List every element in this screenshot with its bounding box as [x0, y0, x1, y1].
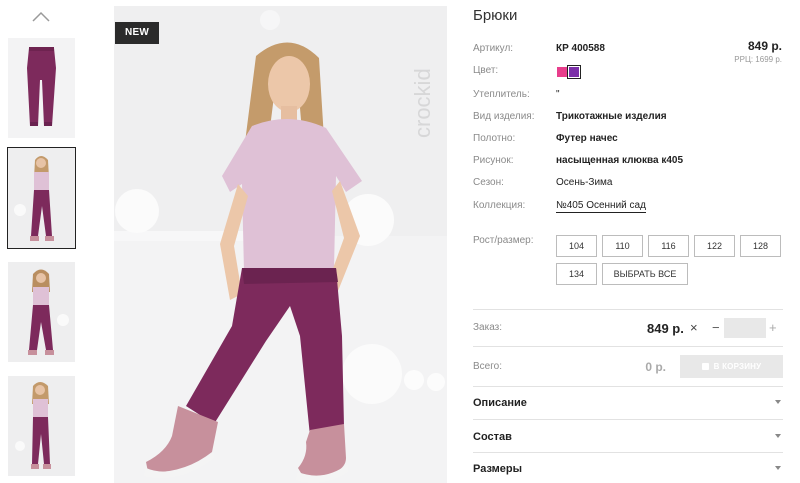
sizes-label: Рост/размер: [473, 235, 534, 246]
attribute-label: Сезон: [473, 177, 504, 188]
attribute-value: Осень-Зима [556, 177, 613, 188]
product-title: Брюки [473, 7, 518, 24]
main-product-photo[interactable] [114, 6, 447, 483]
total-value: 0 р. [645, 360, 666, 374]
quantity-decrease-button[interactable]: − [712, 320, 720, 335]
bag-icon [701, 363, 709, 370]
select-all-sizes-button[interactable]: ВЫБРАТЬ ВСЕ [602, 263, 688, 285]
pants-image [8, 38, 75, 138]
add-to-cart-label: В КОРЗИНУ [713, 362, 762, 371]
child-photo-image [114, 6, 447, 483]
size-button-116[interactable]: 116 [648, 235, 689, 257]
size-button-134[interactable]: 134 [556, 263, 597, 285]
accordion-sizes[interactable]: Размеры [473, 453, 783, 483]
accordion-description[interactable]: Описание [473, 387, 783, 419]
color-swatch-purple[interactable] [567, 65, 581, 79]
attribute-label: Коллекция: [473, 200, 526, 211]
thumbnail-1[interactable] [8, 38, 75, 138]
attribute-label: Рисунок: [473, 155, 514, 166]
times-sign: × [690, 320, 698, 335]
new-badge: NEW [115, 22, 159, 44]
attribute-value: " [556, 89, 560, 100]
attribute-label: Цвет: [473, 65, 499, 76]
product-price: 849 р. [747, 39, 782, 53]
chevron-up-icon [32, 11, 50, 22]
divider [473, 419, 783, 420]
collection-link[interactable]: №405 Осенний сад [556, 199, 646, 213]
attribute-value: насыщенная клюква к405 [556, 155, 684, 166]
accordion-label: Размеры [473, 463, 523, 475]
order-price: 849 р. [647, 321, 684, 336]
quantity-increase-button[interactable]: + [769, 320, 777, 335]
attribute-label: Полотно: [473, 133, 516, 144]
quantity-input[interactable] [724, 318, 766, 338]
child-photo-image [8, 262, 75, 362]
add-to-cart-button[interactable]: В КОРЗИНУ [680, 355, 783, 378]
divider [473, 346, 783, 347]
attribute-value: Футер начес [556, 133, 618, 144]
attribute-label: Артикул: [473, 43, 514, 54]
thumbnail-2[interactable] [7, 147, 76, 249]
child-photo-image [8, 376, 75, 476]
chevron-down-icon [775, 434, 781, 438]
attribute-value: КР 400588 [556, 43, 605, 54]
thumbnails-up-button[interactable] [30, 8, 52, 24]
order-label: Заказ: [473, 322, 503, 333]
total-label: Всего: [473, 361, 502, 372]
divider [473, 309, 783, 310]
color-swatch-pink[interactable] [557, 67, 567, 77]
thumbnail-3[interactable] [8, 262, 75, 362]
attribute-value: Трикотажные изделия [556, 111, 667, 122]
chevron-down-icon [775, 466, 781, 470]
size-button-104[interactable]: 104 [556, 235, 597, 257]
size-button-128[interactable]: 128 [740, 235, 781, 257]
size-button-110[interactable]: 110 [602, 235, 643, 257]
attribute-label: Утеплитель: [473, 89, 530, 100]
accordion-composition[interactable]: Состав [473, 421, 783, 453]
brand-logo-text: crockid [410, 68, 435, 138]
accordion-label: Описание [473, 397, 527, 409]
thumbnail-4[interactable] [8, 376, 75, 476]
chevron-down-icon [775, 400, 781, 404]
accordion-label: Состав [473, 431, 512, 443]
size-button-122[interactable]: 122 [694, 235, 735, 257]
brand-logo: crockid [410, 68, 435, 138]
attribute-label: Вид изделия: [473, 111, 535, 122]
child-photo-image [8, 148, 75, 248]
recommended-price: РРЦ: 1699 р. [734, 55, 782, 64]
